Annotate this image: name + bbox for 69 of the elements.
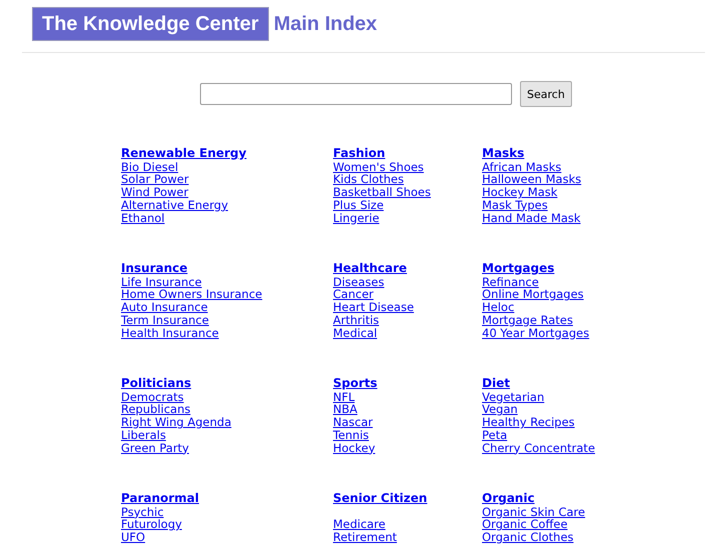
topic-link[interactable]: Medicare [333,518,386,532]
category-link[interactable]: Renewable Energy [121,147,246,160]
category-link[interactable]: Insurance [121,262,188,275]
topic-link[interactable]: Futurology [121,518,182,532]
topic-link[interactable]: African Masks [482,160,562,174]
topic-link[interactable]: Cherry Concentrate [482,442,596,454]
category-link[interactable]: Fashion [333,147,386,160]
topic-link[interactable]: Alternative Energy [121,198,228,212]
topic-link[interactable]: Vegan [482,403,518,416]
topic-link[interactable]: Republicans [121,403,190,416]
topic-link[interactable]: Organic Clothes [482,531,574,544]
topic-link[interactable]: Vegetarian [482,390,544,404]
topic-link[interactable]: Hand Made Mask [482,212,581,224]
topic-link[interactable]: Heloc [482,301,514,314]
topic-link[interactable]: Cancer [333,288,374,302]
category-link[interactable]: Mortgages [482,262,554,275]
topic-link[interactable]: Life Insurance [121,276,202,288]
topic-link[interactable]: Organic Coffee [482,518,568,532]
topic-link[interactable]: UFO [121,531,146,544]
topic-link[interactable]: NBA [333,403,358,416]
topic-link[interactable]: Refinance [482,276,539,288]
topic-link[interactable]: Democrats [121,390,184,404]
category-link[interactable]: Sports [333,377,378,390]
topic-link[interactable]: Diseases [333,276,384,288]
topic-link[interactable]: Arthritis [333,314,380,327]
topic-link[interactable]: Bio Diesel [121,160,178,174]
topic-link[interactable]: Peta [482,428,508,442]
topic-link[interactable]: Wind Power [121,186,188,199]
topic-link[interactable]: Mortgage Rates [482,314,573,327]
category-link[interactable]: Organic [482,492,535,505]
topic-link[interactable]: Basketball Shoes [333,186,431,199]
search-field[interactable] [200,83,512,105]
category-link[interactable]: Senior Citizen [333,492,428,505]
topic-link[interactable]: Tennis [333,428,369,442]
site-title: The Knowledge Center [32,7,269,41]
topic-link[interactable]: NFL [333,390,355,404]
topic-link[interactable]: Green Party [121,442,189,454]
topic-link[interactable]: Medical [333,326,378,340]
topic-link[interactable]: Lingerie [333,212,380,224]
topic-link[interactable]: Halloween Masks [482,173,582,186]
topic-link[interactable]: Organic Skin Care [482,506,586,518]
topic-link[interactable]: Kids Clothes [333,173,404,186]
topic-link[interactable]: Home Owners Insurance [121,288,262,302]
topic-link[interactable]: Hockey Mask [482,186,558,199]
topic-link[interactable]: Nascar [333,416,373,429]
topic-link[interactable]: Right Wing Agenda [121,416,232,429]
search-button[interactable]: Search [520,81,572,107]
category-link[interactable]: Diet [482,377,510,390]
category-link[interactable]: Politicians [121,377,192,390]
page-heading: Main Index [274,12,378,36]
topic-link[interactable]: Health Insurance [121,326,219,340]
topic-link[interactable]: Mask Types [482,198,548,212]
topic-link[interactable]: Retirement [333,531,397,544]
topic-link[interactable]: Online Mortgages [482,288,584,302]
topic-link[interactable]: Solar Power [121,173,189,186]
category-link[interactable]: Paranormal [121,492,200,505]
topic-link[interactable]: Psychic [121,506,164,518]
category-link[interactable]: Healthcare [333,262,407,275]
category-link[interactable]: Masks [482,147,524,160]
topic-link[interactable]: Healthy Recipes [482,416,575,429]
topic-link[interactable]: Ethanol [121,212,165,224]
topic-link[interactable]: Women's Shoes [333,160,424,174]
topic-link[interactable]: Plus Size [333,198,384,212]
topic-link[interactable]: Hockey [333,442,376,454]
topic-link[interactable]: Liberals [121,428,166,442]
topic-link[interactable]: Heart Disease [333,301,414,314]
topic-link[interactable]: Term Insurance [121,314,209,327]
topic-link[interactable]: Auto Insurance [121,301,208,314]
topic-link[interactable]: 40 Year Mortgages [482,326,590,340]
